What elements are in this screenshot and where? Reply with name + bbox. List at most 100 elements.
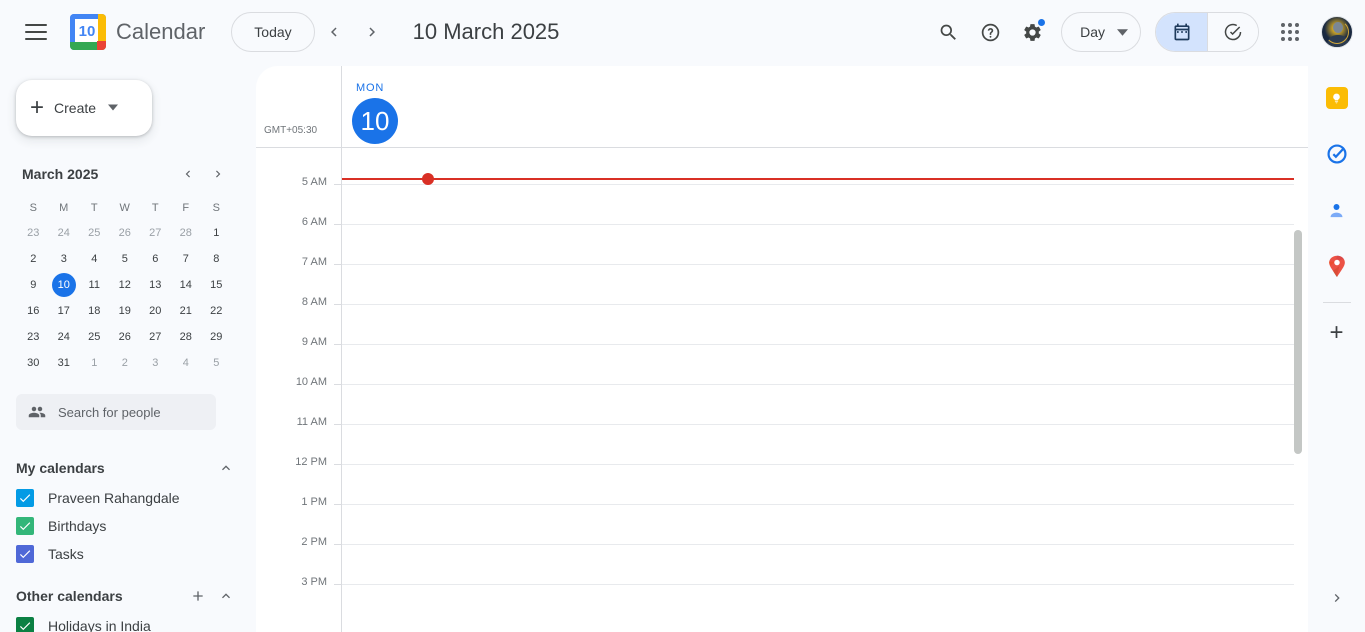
avatar[interactable] xyxy=(1321,16,1353,48)
add-side-panel-app-button[interactable]: + xyxy=(1317,313,1357,353)
view-mode-select[interactable]: Day xyxy=(1061,12,1141,52)
mini-calendar-day[interactable]: 20 xyxy=(140,298,171,324)
mini-calendar: March 2025 S M T W T F S 23 24 25 26 27 28 1 2 3 4 5 6 7 8 9 1… xyxy=(12,160,232,376)
day-number-badge[interactable]: 10 xyxy=(352,98,398,144)
other-calendars-header[interactable]: Other calendars xyxy=(16,580,240,612)
google-maps-icon[interactable] xyxy=(1317,246,1357,286)
mini-calendar-day[interactable]: 5 xyxy=(110,246,141,272)
today-button[interactable]: Today xyxy=(231,12,315,52)
other-calendar-item[interactable]: Holidays in India xyxy=(16,612,240,632)
mini-calendar-day[interactable]: 6 xyxy=(140,246,171,272)
my-calendar-item[interactable]: Birthdays xyxy=(16,512,240,540)
mini-calendar-day[interactable]: 4 xyxy=(79,246,110,272)
my-calendars-header[interactable]: My calendars xyxy=(16,452,240,484)
checkbox-icon[interactable] xyxy=(16,489,34,507)
mini-calendar-day[interactable]: 19 xyxy=(110,298,141,324)
mini-calendar-day[interactable]: 2 xyxy=(110,350,141,376)
mini-calendar-day[interactable]: 18 xyxy=(79,298,110,324)
mini-calendar-day[interactable]: 28 xyxy=(171,220,202,246)
mini-calendar-day[interactable]: 9 xyxy=(18,272,49,298)
mini-calendar-day[interactable]: 22 xyxy=(201,298,232,324)
search-for-people-input[interactable]: Search for people xyxy=(16,394,216,430)
search-icon[interactable] xyxy=(927,11,969,53)
people-icon xyxy=(28,406,46,418)
my-calendars-collapse-icon[interactable] xyxy=(212,454,240,482)
mini-calendar-day[interactable]: 24 xyxy=(49,220,80,246)
mini-calendar-day[interactable]: 24 xyxy=(49,324,80,350)
help-icon[interactable] xyxy=(969,11,1011,53)
mini-calendar-day[interactable]: 13 xyxy=(140,272,171,298)
toggle-tasks-view[interactable] xyxy=(1207,13,1258,51)
checkbox-icon[interactable] xyxy=(16,617,34,632)
my-calendar-item-label: Birthdays xyxy=(48,518,107,534)
mini-calendar-day[interactable]: 21 xyxy=(171,298,202,324)
expand-side-panel-icon[interactable] xyxy=(1317,578,1357,618)
mini-calendar-day[interactable]: 2 xyxy=(18,246,49,272)
hour-row[interactable]: 1 PM xyxy=(256,496,1308,508)
mini-calendar-day[interactable]: 23 xyxy=(18,220,49,246)
mini-calendar-header: March 2025 xyxy=(12,160,232,188)
vertical-scrollbar[interactable] xyxy=(1294,230,1302,454)
mini-calendar-day[interactable]: 11 xyxy=(79,272,110,298)
my-calendar-item[interactable]: Praveen Rahangdale xyxy=(16,484,240,512)
my-calendar-item[interactable]: Tasks xyxy=(16,540,240,568)
mini-calendar-day[interactable]: 14 xyxy=(171,272,202,298)
main-menu-icon[interactable] xyxy=(16,12,56,52)
mini-calendar-day[interactable]: 23 xyxy=(18,324,49,350)
google-keep-icon[interactable] xyxy=(1317,78,1357,118)
hour-label: 12 PM xyxy=(295,456,327,468)
toggle-calendar-view[interactable] xyxy=(1156,13,1207,51)
mini-calendar-day[interactable]: 28 xyxy=(171,324,202,350)
mini-calendar-day[interactable]: 12 xyxy=(110,272,141,298)
mini-calendar-day[interactable]: 3 xyxy=(49,246,80,272)
mini-calendar-day[interactable]: 25 xyxy=(79,324,110,350)
mini-calendar-day[interactable]: 30 xyxy=(18,350,49,376)
mini-calendar-day[interactable]: 8 xyxy=(201,246,232,272)
hour-row[interactable]: 2 PM xyxy=(256,536,1308,548)
hour-row[interactable]: 12 PM xyxy=(256,456,1308,468)
mini-calendar-day[interactable]: 25 xyxy=(79,220,110,246)
mini-calendar-day[interactable]: 15 xyxy=(201,272,232,298)
mini-calendar-day[interactable]: 1 xyxy=(201,220,232,246)
hour-row[interactable]: 11 AM xyxy=(256,416,1308,428)
mini-calendar-day[interactable]: 31 xyxy=(49,350,80,376)
mini-calendar-day[interactable]: 26 xyxy=(110,324,141,350)
mini-calendar-day[interactable]: 7 xyxy=(171,246,202,272)
hour-row[interactable]: 10 AM xyxy=(256,376,1308,388)
hour-row[interactable]: 8 AM xyxy=(256,296,1308,308)
mini-calendar-day[interactable]: 4 xyxy=(171,350,202,376)
mini-calendar-day[interactable]: 26 xyxy=(110,220,141,246)
plus-icon: + xyxy=(1329,319,1344,346)
checkbox-icon[interactable] xyxy=(16,545,34,563)
create-button[interactable]: + Create xyxy=(16,80,152,136)
hour-row[interactable]: 3 PM xyxy=(256,576,1308,588)
mini-calendar-prev-icon[interactable] xyxy=(174,160,202,188)
add-other-calendar-icon[interactable] xyxy=(184,582,212,610)
mini-calendar-day[interactable]: 1 xyxy=(79,350,110,376)
checkbox-icon[interactable] xyxy=(16,517,34,535)
hour-row[interactable]: 5 AM xyxy=(256,176,1308,188)
google-contacts-icon[interactable] xyxy=(1317,190,1357,230)
google-apps-icon[interactable] xyxy=(1269,11,1311,53)
gear-icon[interactable] xyxy=(1011,11,1053,53)
previous-day-icon[interactable] xyxy=(315,13,353,51)
mini-calendar-next-icon[interactable] xyxy=(204,160,232,188)
hour-row[interactable]: 9 AM xyxy=(256,336,1308,348)
mini-calendar-day[interactable]: 27 xyxy=(140,324,171,350)
other-calendars-collapse-icon[interactable] xyxy=(212,582,240,610)
mini-calendar-day[interactable]: 16 xyxy=(18,298,49,324)
brand-logo[interactable]: 10 Calendar xyxy=(70,14,205,50)
hour-row[interactable]: 7 AM xyxy=(256,256,1308,268)
mini-calendar-day[interactable]: 17 xyxy=(49,298,80,324)
next-day-icon[interactable] xyxy=(353,13,391,51)
google-tasks-icon[interactable] xyxy=(1317,134,1357,174)
hour-row[interactable]: 6 AM xyxy=(256,216,1308,228)
mini-calendar-day[interactable]: 5 xyxy=(201,350,232,376)
mini-calendar-day[interactable]: 27 xyxy=(140,220,171,246)
mini-calendar-day[interactable]: 29 xyxy=(201,324,232,350)
mini-calendar-selected-day[interactable]: 10 xyxy=(49,272,80,298)
mini-calendar-day[interactable]: 3 xyxy=(140,350,171,376)
time-grid[interactable]: 5 AM 6 AM 7 AM 8 AM 9 AM 10 AM 11 AM 12 PM 1 PM 2… xyxy=(256,148,1308,632)
time-grid-scroll-area[interactable]: 5 AM 6 AM 7 AM 8 AM 9 AM 10 AM 11 AM 12 PM 1 PM 2… xyxy=(256,148,1308,632)
mini-calendar-weekday-4: T xyxy=(151,202,159,214)
